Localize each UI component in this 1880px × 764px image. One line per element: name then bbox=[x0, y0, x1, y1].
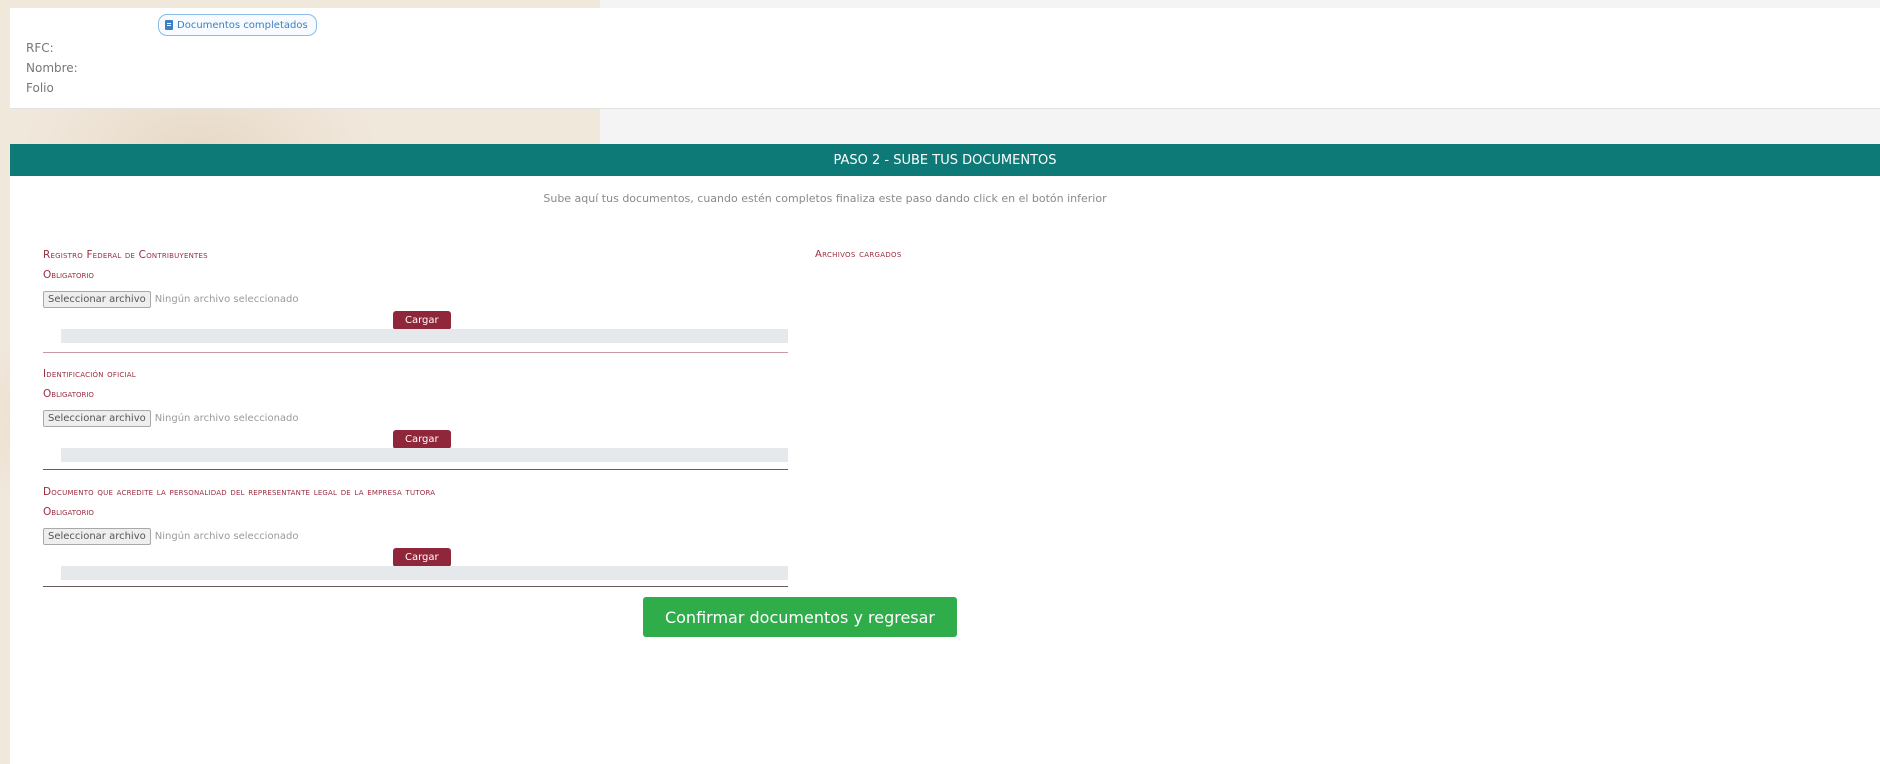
upload-progress-bar bbox=[61, 329, 788, 343]
step-title: PASO 2 - SUBE TUS DOCUMENTOS bbox=[833, 152, 1057, 168]
upload-progress-bar bbox=[61, 566, 788, 580]
select-file-button[interactable]: Seleccionar archivo bbox=[43, 409, 151, 427]
applicant-info-card: Documentos completados RFC: Nombre: Foli… bbox=[10, 8, 1880, 109]
step-instructions: Sube aquí tus documentos, cuando estén c… bbox=[543, 192, 1107, 205]
select-file-button[interactable]: Seleccionar archivo bbox=[43, 290, 151, 308]
required-label: Obligatorio bbox=[43, 269, 94, 281]
required-label: Obligatorio bbox=[43, 506, 94, 518]
section-divider bbox=[43, 352, 788, 353]
upload-button[interactable]: Cargar bbox=[393, 430, 451, 449]
file-status: Ningún archivo seleccionado bbox=[154, 412, 299, 424]
nombre-label: Nombre: bbox=[26, 61, 78, 75]
required-label: Obligatorio bbox=[43, 388, 94, 400]
documents-completed-badge[interactable]: Documentos completados bbox=[158, 14, 317, 36]
upload-panel: Sube aquí tus documentos, cuando estén c… bbox=[10, 176, 1880, 764]
select-file-button[interactable]: Seleccionar archivo bbox=[43, 527, 151, 545]
confirm-documents-button[interactable]: Confirmar documentos y regresar bbox=[643, 597, 957, 637]
document-title: Registro Federal de Contribuyentes bbox=[43, 249, 208, 261]
folio-label: Folio bbox=[26, 81, 54, 95]
file-status: Ningún archivo seleccionado bbox=[154, 293, 299, 305]
document-upload-representante: Documento que acredite la personalidad d… bbox=[43, 486, 788, 580]
file-input: Seleccionar archivo Ningún archivo selec… bbox=[43, 290, 788, 308]
document-title: Documento que acredite la personalidad d… bbox=[43, 486, 436, 498]
step-header: PASO 2 - SUBE TUS DOCUMENTOS bbox=[10, 144, 1880, 176]
documents-completed-label: Documentos completados bbox=[177, 19, 308, 31]
document-upload-rfc: Registro Federal de Contribuyentes Oblig… bbox=[43, 249, 788, 343]
section-divider bbox=[43, 586, 788, 587]
document-upload-identificacion: Identificación oficial Obligatorio Selec… bbox=[43, 368, 788, 462]
page-content: Documentos completados RFC: Nombre: Foli… bbox=[10, 0, 1880, 764]
upload-button[interactable]: Cargar bbox=[393, 548, 451, 567]
document-title: Identificación oficial bbox=[43, 368, 136, 380]
file-input: Seleccionar archivo Ningún archivo selec… bbox=[43, 527, 788, 545]
file-input: Seleccionar archivo Ningún archivo selec… bbox=[43, 409, 788, 427]
section-divider bbox=[43, 469, 788, 470]
file-status: Ningún archivo seleccionado bbox=[154, 530, 299, 542]
uploaded-files-title: Archivos cargados bbox=[815, 249, 902, 260]
rfc-label: RFC: bbox=[26, 41, 54, 55]
upload-progress-bar bbox=[61, 448, 788, 462]
upload-button[interactable]: Cargar bbox=[393, 311, 451, 330]
document-icon bbox=[165, 20, 173, 30]
